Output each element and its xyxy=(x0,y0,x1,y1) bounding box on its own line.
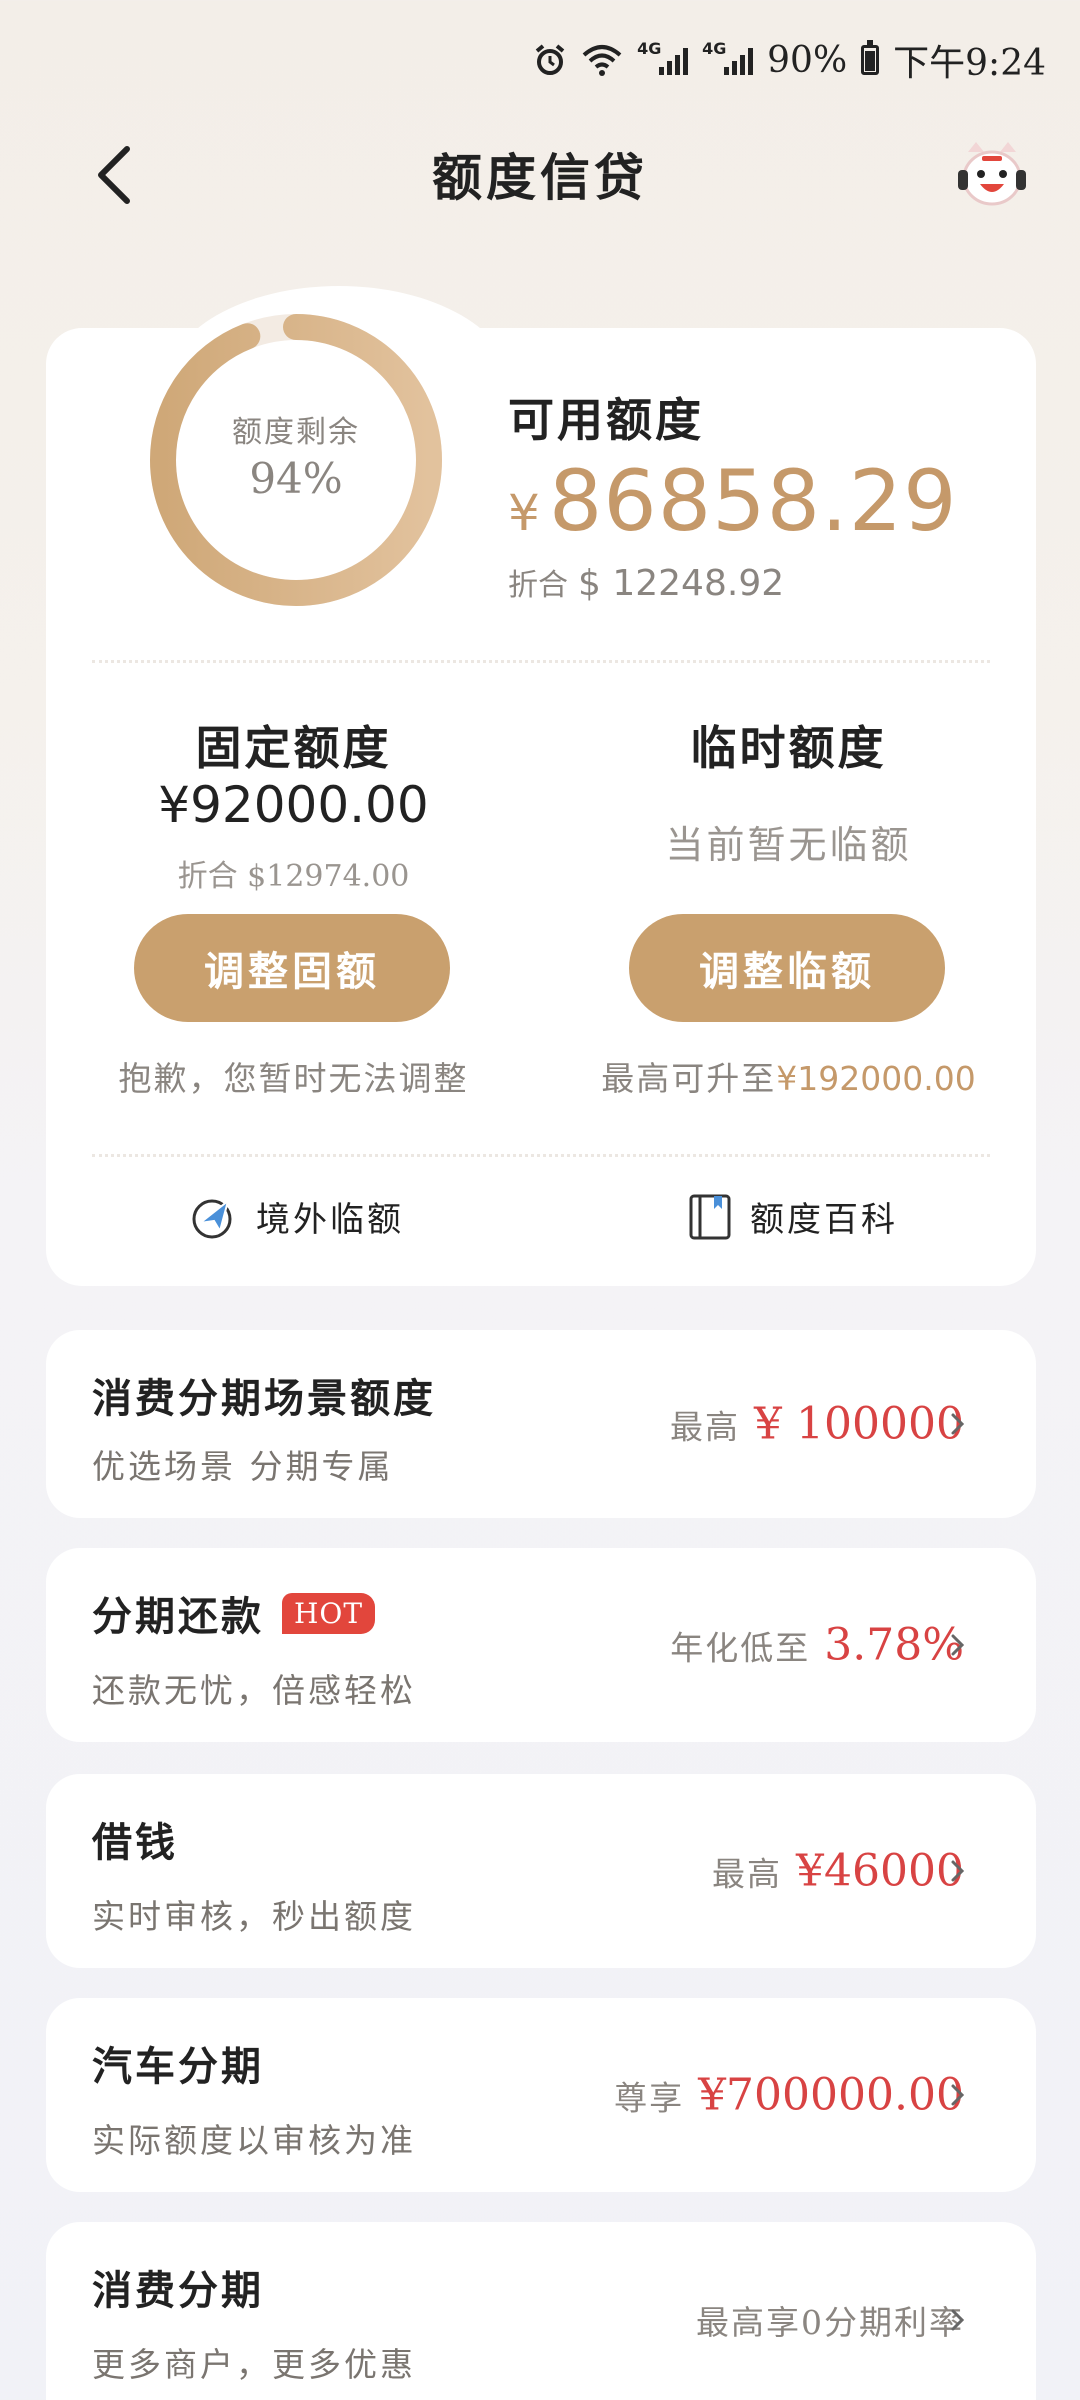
overseas-credit-link[interactable]: 境外临额 xyxy=(190,1192,404,1241)
list-item-subtitle: 实时审核，秒出额度 xyxy=(92,1897,416,1936)
overseas-credit-label: 境外临额 xyxy=(256,1200,404,1240)
fixed-credit-note: 抱歉，您暂时无法调整 xyxy=(118,1059,469,1098)
list-item-consumer-installment[interactable]: 消费分期 更多商户，更多优惠 最高享0分期利率 xyxy=(46,2222,1036,2400)
temporary-credit-note: 最高可升至¥192000.00 xyxy=(541,1052,1036,1100)
highlight-prefix: 年化低至 xyxy=(670,1628,811,1668)
fixed-credit-section: 固定额度 ¥92000.00 折合 $12974.00 调整固额 抱歉，您暂时无… xyxy=(46,328,541,1188)
customer-service-mascot-icon[interactable] xyxy=(954,138,1030,214)
list-item-title: 汽车分期 xyxy=(92,2034,264,2092)
signal-icon-1: 4G xyxy=(637,39,689,75)
chevron-right-icon xyxy=(951,1634,965,1656)
temporary-credit-section: 临时额度 当前暂无临额 调整临额 最高可升至¥192000.00 xyxy=(541,328,1036,1188)
list-item-highlight: 尊享 ¥700000.00 xyxy=(614,2070,964,2121)
list-item-installment-scene[interactable]: 消费分期场景额度 优选场景 分期专属 最高 ¥ 100000 xyxy=(46,1330,1036,1518)
list-item-borrow[interactable]: 借钱 实时审核，秒出额度 最高 ¥46000 xyxy=(46,1774,1036,1968)
title-text: 借钱 xyxy=(92,1819,178,1866)
title-text: 汽车分期 xyxy=(92,2043,264,2090)
highlight-prefix: 尊享 xyxy=(614,2078,685,2118)
highlight-value: ¥700000.00 xyxy=(698,2069,964,2121)
highlight-value: ¥46000 xyxy=(796,1845,964,1897)
list-item-highlight: 最高享0分期利率 xyxy=(696,2296,964,2344)
temporary-credit-title: 临时额度 xyxy=(690,721,887,775)
hot-badge: HOT xyxy=(282,1592,376,1634)
list-item-car-installment[interactable]: 汽车分期 实际额度以审核为准 尊享 ¥700000.00 xyxy=(46,1998,1036,2192)
list-item-highlight: 年化低至 3.78% xyxy=(670,1620,964,1671)
list-item-title: 消费分期 xyxy=(92,2258,264,2316)
battery-percent: 90% xyxy=(767,39,848,81)
clock: 下午9:24 xyxy=(893,43,1046,84)
divider xyxy=(92,1154,990,1157)
battery-icon xyxy=(861,40,880,75)
fixed-credit-usd: 折合 $12974.00 xyxy=(177,859,410,894)
credit-summary-card: 额度剩余 94% 可用额度 ¥86858.29 折合 $ 12248.92 固定额… xyxy=(46,286,1036,1286)
credit-encyclopedia-label: 额度百科 xyxy=(750,1200,898,1240)
adjust-temporary-button[interactable]: 调整临额 xyxy=(629,914,945,1022)
credit-encyclopedia-link[interactable]: 额度百科 xyxy=(688,1192,898,1241)
wifi-icon xyxy=(581,43,623,77)
title-text: 分期还款 xyxy=(92,1593,264,1640)
header: 额度信贷 xyxy=(0,120,1080,230)
list-item-title: 消费分期场景额度 xyxy=(92,1366,436,1424)
fixed-credit-title: 固定额度 xyxy=(195,721,392,775)
list-item-installment-repayment[interactable]: 分期还款 HOT 还款无忧，倍感轻松 年化低至 3.78% xyxy=(46,1548,1036,1742)
alarm-icon xyxy=(533,43,567,77)
list-item-highlight: 最高 ¥ 100000 xyxy=(670,1399,964,1450)
signal-icon-2: 4G xyxy=(702,39,754,75)
list-item-title: 借钱 xyxy=(92,1810,178,1868)
chevron-right-icon xyxy=(951,1413,965,1435)
book-icon xyxy=(689,1194,731,1239)
list-item-subtitle: 还款无忧，倍感轻松 xyxy=(92,1671,416,1710)
note-prefix: 最高可升至 xyxy=(601,1059,777,1098)
highlight-prefix: 最高 xyxy=(712,1854,783,1894)
title-text: 消费分期场景额度 xyxy=(92,1375,436,1422)
list-item-subtitle: 更多商户，更多优惠 xyxy=(92,2345,416,2384)
list-item-title: 分期还款 HOT xyxy=(92,1584,376,1642)
chevron-right-icon xyxy=(951,2084,965,2106)
chevron-right-icon xyxy=(951,2309,965,2331)
highlight-value: 3.78% xyxy=(824,1619,964,1671)
adjust-fixed-button[interactable]: 调整固额 xyxy=(134,914,450,1022)
temporary-credit-status: 当前暂无临额 xyxy=(665,823,912,867)
chevron-right-icon xyxy=(951,1860,965,1882)
note-amount: ¥192000.00 xyxy=(776,1059,976,1098)
highlight-value: ¥ 100000 xyxy=(754,1398,964,1450)
highlight-prefix: 最高享0分期利率 xyxy=(696,2303,964,2342)
plane-globe-icon xyxy=(192,1197,232,1238)
title-text: 消费分期 xyxy=(92,2267,264,2314)
highlight-prefix: 最高 xyxy=(670,1407,741,1447)
status-bar: 4G 4G 90% 下午9:24 xyxy=(0,0,1080,120)
page-title: 额度信贷 xyxy=(432,148,648,207)
list-item-subtitle: 优选场景 分期专属 xyxy=(92,1447,394,1486)
fixed-credit-amount: ¥92000.00 xyxy=(158,776,429,834)
list-item-subtitle: 实际额度以审核为准 xyxy=(92,2121,416,2160)
list-item-highlight: 最高 ¥46000 xyxy=(712,1846,964,1897)
